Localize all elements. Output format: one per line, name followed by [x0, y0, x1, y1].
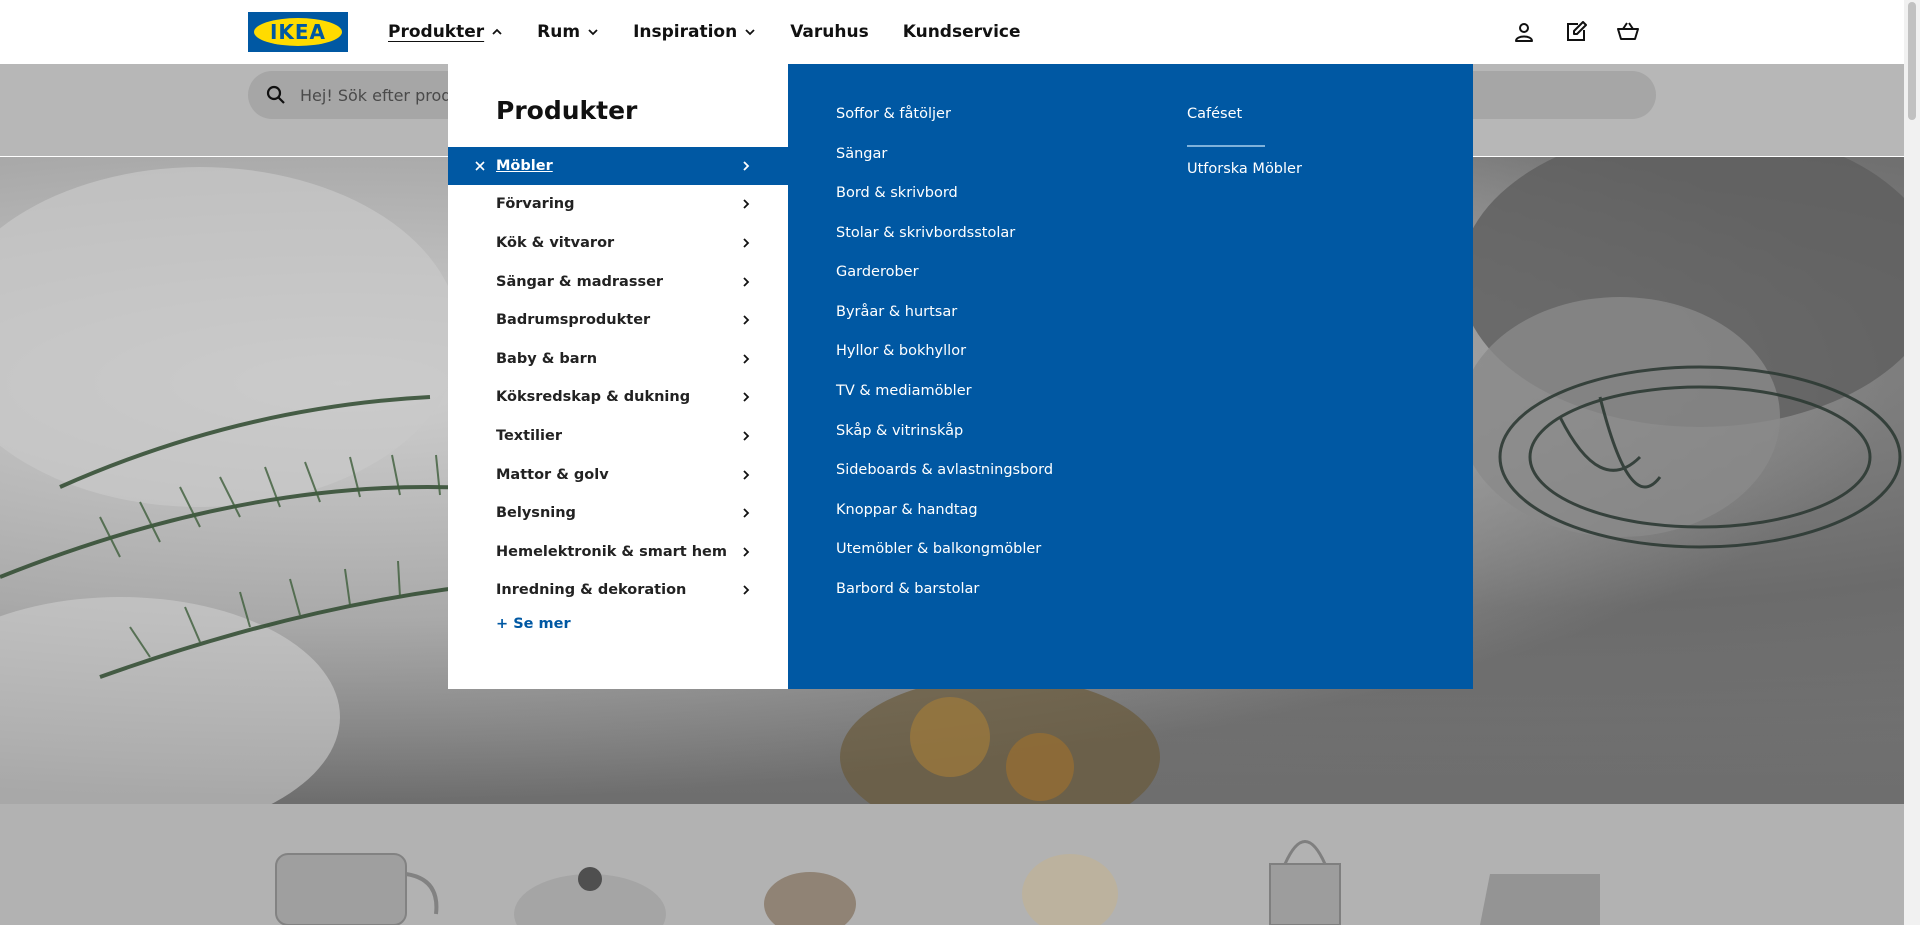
page-scrollbar[interactable] [1904, 0, 1920, 925]
category-label: Baby & barn [496, 351, 598, 367]
category-label: Textilier [496, 428, 562, 444]
main-nav: Produkter Rum Inspiration Varuhus Kundse… [388, 0, 1055, 64]
nav-label: Produkter [388, 22, 485, 42]
chevron-right-icon [743, 315, 750, 325]
chevron-right-icon [743, 585, 750, 595]
subcategory-link[interactable]: TV & mediamöbler [836, 383, 972, 399]
chevron-down-icon [745, 29, 755, 36]
category-kok[interactable]: Kök & vitvaror [448, 224, 788, 262]
chevron-right-icon [743, 277, 750, 287]
nav-label: Rum [537, 22, 581, 42]
mega-menu-subcategories: Soffor & fåtöljer Sängar Bord & skrivbor… [788, 64, 1473, 689]
subcategory-link[interactable]: Bord & skrivbord [836, 185, 958, 201]
chevron-right-icon [743, 161, 750, 171]
logo-text: IKEA [269, 20, 327, 44]
scrollbar-thumb[interactable] [1908, 2, 1916, 120]
ikea-logo[interactable]: IKEA [248, 12, 348, 52]
chevron-right-icon [743, 354, 750, 364]
category-badrum[interactable]: Badrumsprodukter [448, 301, 788, 339]
category-label: Hemelektronik & smart hem [496, 544, 728, 560]
close-icon[interactable] [474, 160, 486, 172]
category-mobler[interactable]: Möbler [448, 147, 788, 185]
side-divider [1187, 145, 1265, 147]
subcategory-link[interactable]: Hyllor & bokhyllor [836, 343, 966, 359]
category-label: Inredning & dekoration [496, 582, 687, 598]
chevron-right-icon [743, 547, 750, 557]
chevron-right-icon [743, 238, 750, 248]
subcategory-link[interactable]: Utemöbler & balkongmöbler [836, 541, 1041, 557]
category-koksredskap[interactable]: Köksredskap & dukning [448, 378, 788, 416]
category-label: Badrumsprodukter [496, 312, 651, 328]
subcategory-link[interactable]: Barbord & barstolar [836, 581, 979, 597]
chevron-down-icon [588, 29, 598, 36]
chevron-up-icon [492, 28, 502, 35]
category-sangar[interactable]: Sängar & madrasser [448, 263, 788, 301]
menu-title: Produkter [496, 96, 638, 125]
subcategory-link[interactable]: Sängar [836, 146, 887, 162]
subcategory-link[interactable]: Soffor & fåtöljer [836, 106, 951, 122]
subcategory-link[interactable]: Stolar & skrivbordsstolar [836, 225, 1015, 241]
category-label: Mattor & golv [496, 467, 609, 483]
subcategory-link[interactable]: Garderober [836, 264, 919, 280]
nav-label: Kundservice [902, 22, 1021, 42]
category-mattor[interactable]: Mattor & golv [448, 456, 788, 494]
nav-label: Varuhus [790, 22, 869, 42]
product-thumbnails [275, 840, 1600, 925]
nav-varuhus[interactable]: Varuhus [790, 22, 869, 42]
see-more-link[interactable]: + Se mer [496, 616, 571, 632]
subcategory-link[interactable]: Byråar & hurtsar [836, 304, 957, 320]
category-inredning[interactable]: Inredning & dekoration [448, 571, 788, 609]
mega-menu-categories: Produkter Möbler Förvaring Kök & vitvaro… [448, 64, 788, 689]
shopping-list-icon[interactable] [1560, 16, 1592, 48]
nav-inspiration[interactable]: Inspiration [633, 22, 756, 42]
category-textilier[interactable]: Textilier [448, 417, 788, 455]
category-label: Kök & vitvaror [496, 235, 615, 251]
chevron-right-icon [743, 470, 750, 480]
chevron-right-icon [743, 431, 750, 441]
nav-label: Inspiration [633, 22, 738, 42]
nav-produkter[interactable]: Produkter [388, 22, 503, 42]
subcategory-link[interactable]: Sideboards & avlastningsbord [836, 462, 1053, 478]
product-strip [0, 804, 1904, 925]
category-forvaring[interactable]: Förvaring [448, 185, 788, 223]
category-label: Sängar & madrasser [496, 274, 664, 290]
subcategory-link[interactable]: Knoppar & handtag [836, 502, 978, 518]
user-icon[interactable] [1508, 16, 1540, 48]
nav-rum[interactable]: Rum [537, 22, 599, 42]
category-baby[interactable]: Baby & barn [448, 340, 788, 378]
chevron-right-icon [743, 199, 750, 209]
search-icon [266, 85, 285, 104]
category-label: Möbler [496, 158, 553, 174]
search-placeholder: Hej! Sök efter produ [300, 85, 462, 105]
category-label: Köksredskap & dukning [496, 389, 691, 405]
site-header: IKEA Produkter Rum Inspiration Varuhus K… [0, 0, 1904, 64]
category-label: Belysning [496, 505, 576, 521]
explore-mobler-link[interactable]: Utforska Möbler [1187, 161, 1302, 177]
category-label: Förvaring [496, 196, 575, 212]
logo-oval: IKEA [254, 18, 342, 46]
cart-icon[interactable] [1612, 16, 1644, 48]
category-belysning[interactable]: Belysning [448, 494, 788, 532]
chevron-right-icon [743, 392, 750, 402]
category-hemelektronik[interactable]: Hemelektronik & smart hem [448, 533, 788, 571]
nav-kundservice[interactable]: Kundservice [903, 22, 1021, 42]
cafeset-link[interactable]: Caféset [1187, 106, 1242, 122]
header-actions [1508, 16, 1644, 48]
chevron-right-icon [743, 508, 750, 518]
subcategory-link[interactable]: Skåp & vitrinskåp [836, 423, 963, 439]
